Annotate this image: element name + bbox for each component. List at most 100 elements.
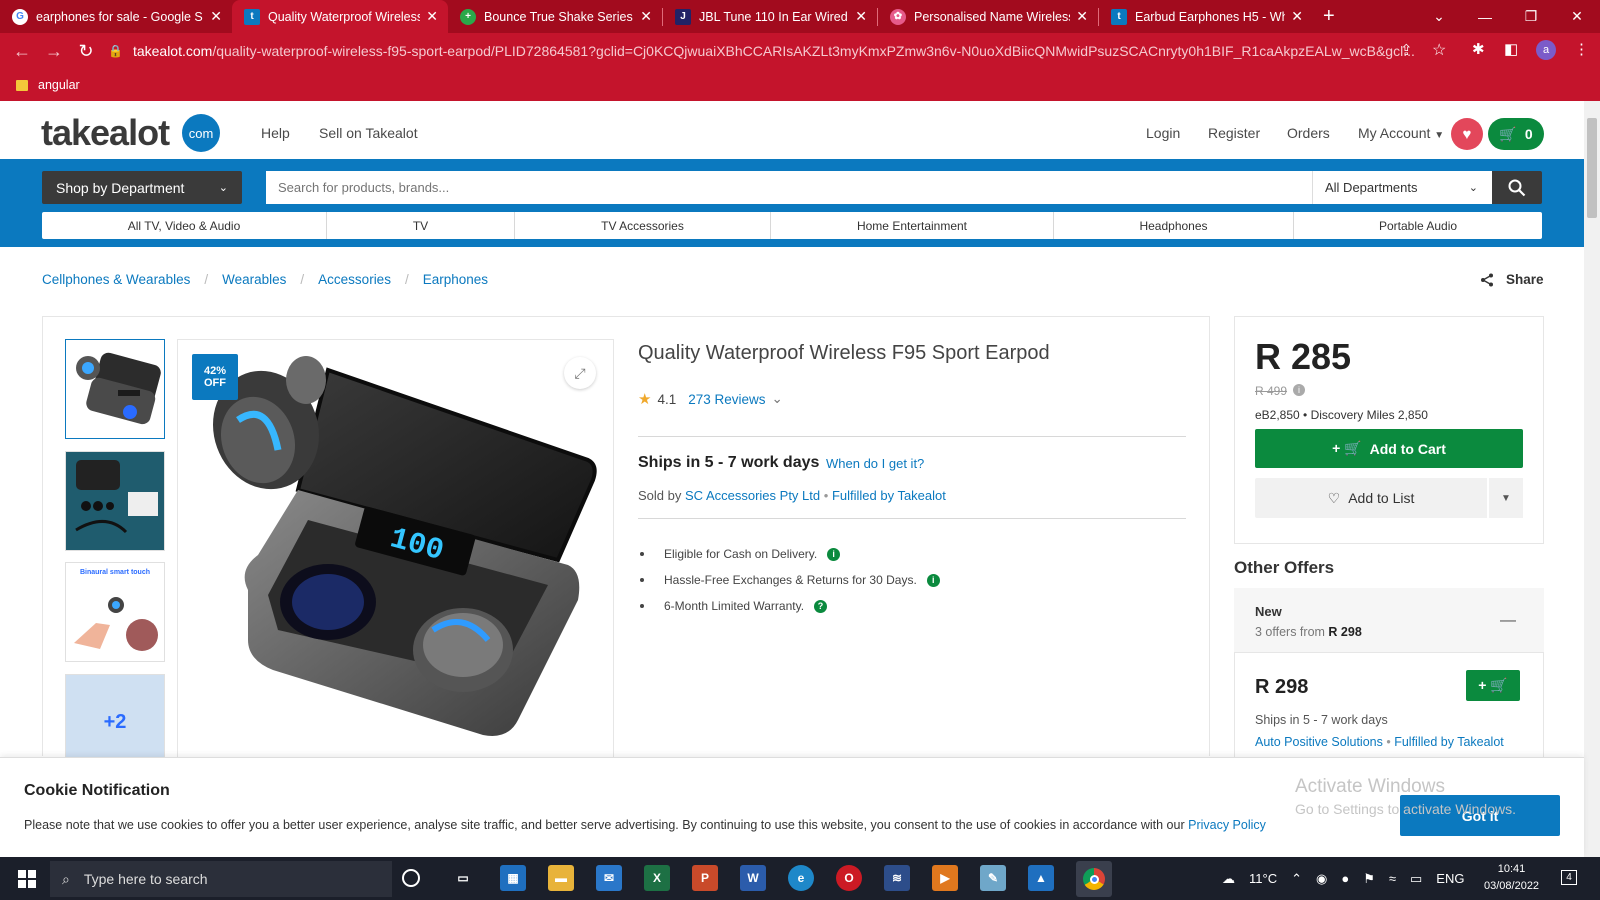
add-to-cart-button[interactable]: + 🛒 Add to Cart — [1255, 429, 1523, 468]
help-link[interactable]: Help — [261, 125, 290, 141]
chevron-down-icon[interactable]: ⌄ — [772, 391, 783, 407]
my-account-link[interactable]: My Account ▼ — [1358, 125, 1444, 141]
breadcrumb-item[interactable]: Wearables — [222, 272, 286, 287]
info-icon[interactable]: i — [827, 547, 841, 561]
seller-link[interactable]: SC Accessories Pty Ltd — [685, 488, 820, 503]
scrollbar-thumb[interactable] — [1587, 118, 1597, 218]
register-link[interactable]: Register — [1208, 125, 1260, 141]
collapse-minus-icon[interactable]: — — [1500, 612, 1516, 630]
share-button[interactable]: Share — [1480, 272, 1544, 287]
product-thumbnail[interactable]: Binaural smart touch — [65, 562, 165, 662]
login-link[interactable]: Login — [1146, 125, 1180, 141]
language-indicator[interactable]: ENG — [1436, 871, 1464, 886]
word-icon[interactable]: W — [740, 865, 766, 891]
share-page-icon[interactable]: ⇪ — [1400, 41, 1413, 59]
takealot-logo[interactable]: takealot — [41, 112, 170, 154]
back-arrow-icon[interactable]: ← — [6, 35, 38, 67]
more-images-thumbnail[interactable]: +2 — [65, 674, 165, 758]
task-view-icon[interactable]: ▭ — [450, 865, 476, 891]
notepad-icon[interactable]: ✎ — [980, 865, 1006, 891]
battery-icon[interactable]: ▭ — [1410, 871, 1422, 887]
product-thumbnail[interactable] — [65, 339, 165, 439]
tab-jbl[interactable]: J JBL Tune 110 In Ear Wired He ✕ — [663, 0, 877, 33]
record-icon[interactable]: ◉ — [1316, 871, 1327, 887]
product-thumbnail[interactable] — [65, 451, 165, 551]
sidepanel-icon[interactable]: ◧ — [1504, 40, 1518, 58]
category-item[interactable]: Headphones — [1054, 212, 1294, 239]
category-item[interactable]: TV — [327, 212, 515, 239]
category-item[interactable]: All TV, Video & Audio — [42, 212, 327, 239]
taskbar-clock[interactable]: 10:41 03/08/2022 — [1484, 861, 1539, 895]
list-dropdown-caret-icon[interactable]: ▼ — [1489, 478, 1523, 518]
tab-google-search[interactable]: G earphones for sale - Google S ✕ — [0, 0, 232, 33]
shop-by-department-button[interactable]: Shop by Department ⌄ — [42, 171, 242, 204]
restore-icon[interactable]: ❐ — [1508, 0, 1554, 33]
notifications-icon[interactable]: 4 — [1558, 866, 1580, 888]
new-tab-icon[interactable]: + — [1323, 5, 1335, 28]
browser-menu-icon[interactable]: ⋮ — [1574, 40, 1589, 58]
microsoft-store-icon[interactable]: ▦ — [500, 865, 526, 891]
window-close-icon[interactable]: ✕ — [1554, 0, 1600, 33]
forward-arrow-icon[interactable]: → — [38, 35, 70, 67]
category-item[interactable]: Portable Audio — [1294, 212, 1542, 239]
sell-on-takealot-link[interactable]: Sell on Takealot — [319, 125, 418, 141]
weather-cloud-icon[interactable]: ☁ — [1222, 871, 1235, 887]
excel-icon[interactable]: X — [644, 865, 670, 891]
weather-temp[interactable]: 11°C — [1249, 871, 1277, 886]
close-icon[interactable]: ✕ — [855, 8, 867, 25]
edge-icon[interactable]: e — [788, 865, 814, 891]
extensions-puzzle-icon[interactable]: ✱ — [1472, 40, 1485, 58]
expand-image-icon[interactable]: ⤢ — [564, 357, 596, 389]
powerpoint-icon[interactable]: P — [692, 865, 718, 891]
breadcrumb-item[interactable]: Accessories — [318, 272, 391, 287]
cart-button[interactable]: 🛒 0 — [1488, 118, 1544, 150]
info-icon[interactable]: i — [1293, 384, 1305, 396]
offers-header[interactable] — [1234, 588, 1544, 653]
department-select[interactable]: All Departments ⌄ — [1312, 171, 1492, 204]
close-icon[interactable]: ✕ — [426, 8, 438, 25]
offer-fulfilled-link[interactable]: Fulfilled by Takealot — [1394, 735, 1504, 749]
tab-search-chevron-icon[interactable]: ⌄ — [1416, 0, 1462, 33]
add-to-list-button[interactable]: ♡ Add to List — [1255, 478, 1487, 518]
breadcrumb-item[interactable]: Earphones — [423, 272, 488, 287]
close-icon[interactable]: ✕ — [640, 8, 652, 25]
bookmark-star-icon[interactable]: ☆ — [1432, 40, 1446, 60]
close-icon[interactable]: ✕ — [1291, 8, 1303, 25]
remote-app-icon[interactable]: ≋ — [884, 865, 910, 891]
breadcrumb-item[interactable]: Cellphones & Wearables — [42, 272, 190, 287]
photos-icon[interactable]: ▲ — [1028, 865, 1054, 891]
opera-icon[interactable]: O — [836, 865, 862, 891]
orders-link[interactable]: Orders — [1287, 125, 1330, 141]
chrome-taskbar-icon[interactable] — [1076, 861, 1112, 897]
cortana-icon[interactable] — [402, 869, 420, 887]
offer-add-to-cart-button[interactable]: + 🛒 — [1466, 670, 1520, 701]
wifi-icon[interactable]: ≈ — [1389, 871, 1396, 886]
app-tray-icon[interactable]: ● — [1341, 871, 1349, 886]
tab-personalised[interactable]: ✿ Personalised Name Wireless E ✕ — [878, 0, 1098, 33]
search-button[interactable] — [1492, 171, 1542, 204]
privacy-policy-link[interactable]: Privacy Policy — [1188, 818, 1266, 832]
media-player-icon[interactable]: ▶ — [932, 865, 958, 891]
when-do-i-get-it-link[interactable]: When do I get it? — [826, 456, 924, 471]
tab-takealot-product[interactable]: t Quality Waterproof Wireless F ✕ — [232, 0, 448, 33]
help-icon[interactable]: ? — [814, 599, 828, 613]
category-item[interactable]: TV Accessories — [515, 212, 771, 239]
category-item[interactable]: Home Entertainment — [771, 212, 1054, 239]
bookmark-angular[interactable]: angular — [38, 78, 80, 92]
caret-up-icon[interactable]: ⌃ — [1291, 871, 1302, 887]
mail-icon[interactable]: ✉ — [596, 865, 622, 891]
reload-icon[interactable]: ↻ — [70, 35, 102, 67]
info-icon[interactable]: i — [926, 573, 940, 587]
search-input[interactable] — [266, 171, 1312, 204]
windows-start-icon[interactable] — [10, 857, 44, 900]
close-icon[interactable]: ✕ — [210, 8, 222, 25]
offer-seller-link[interactable]: Auto Positive Solutions — [1255, 735, 1383, 749]
fulfilled-link[interactable]: Fulfilled by Takealot — [832, 488, 946, 503]
tab-earbud-h5[interactable]: t Earbud Earphones H5 - White ✕ — [1099, 0, 1313, 33]
network-icon[interactable]: ⚑ — [1363, 871, 1375, 887]
wishlist-heart-icon[interactable]: ♥ — [1451, 118, 1483, 150]
profile-avatar[interactable]: a — [1536, 40, 1556, 60]
reviews-link[interactable]: 273 Reviews — [688, 392, 765, 407]
close-icon[interactable]: ✕ — [1076, 8, 1088, 25]
url-field[interactable]: 🔒 takealot.com /quality-waterproof-wirel… — [108, 36, 1482, 66]
